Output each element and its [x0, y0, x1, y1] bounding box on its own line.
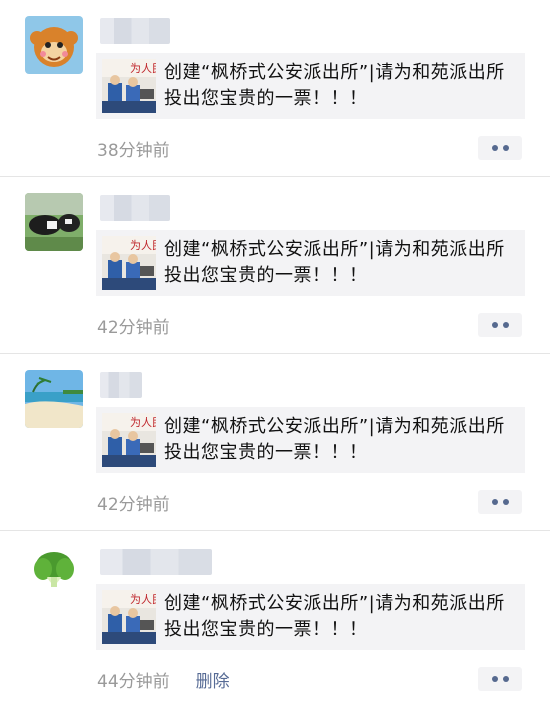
shared-link-card[interactable]: 为人民 创建“枫桥式公安派出所”|请为和苑派出所投出您宝贵的一票！！！	[96, 584, 525, 650]
dot-icon	[491, 322, 498, 328]
police-office-thumbnail-icon: 为人民	[102, 236, 156, 290]
monkey-cartoon-avatar-icon[interactable]	[25, 16, 83, 74]
blurred-username[interactable]	[100, 18, 170, 44]
link-title: 创建“枫桥式公安派出所”|请为和苑派出所投出您宝贵的一票！！！	[164, 239, 505, 286]
shared-link-card[interactable]: 为人民 创建“枫桥式公安派出所”|请为和苑派出所投出您宝贵的一票！！！	[96, 230, 525, 296]
post-meta: 42分钟前	[97, 490, 170, 515]
shared-link-card[interactable]: 为人民 创建“枫桥式公安派出所”|请为和苑派出所投出您宝贵的一票！！！	[96, 407, 525, 473]
bok-choy-avatar-icon[interactable]	[25, 547, 83, 605]
delete-link[interactable]: 删除	[196, 667, 230, 692]
more-actions-button[interactable]	[478, 136, 522, 160]
svg-text:为人民: 为人民	[130, 416, 156, 429]
svg-text:为人民: 为人民	[130, 62, 156, 75]
dot-icon	[502, 676, 509, 682]
post-time: 42分钟前	[97, 495, 170, 515]
more-actions-button[interactable]	[478, 667, 522, 691]
dot-icon	[491, 499, 498, 505]
moments-feed: 为人民 创建“枫桥式公安派出所”|请为和苑派出所投出您宝贵的一票！！！ 38分钟…	[0, 0, 550, 708]
moment-post: 为人民 创建“枫桥式公安派出所”|请为和苑派出所投出您宝贵的一票！！！ 44分钟…	[0, 531, 550, 708]
police-office-thumbnail-icon: 为人民	[102, 590, 156, 644]
moment-post: 为人民 创建“枫桥式公安派出所”|请为和苑派出所投出您宝贵的一票！！！ 42分钟…	[0, 177, 550, 354]
link-title: 创建“枫桥式公安派出所”|请为和苑派出所投出您宝贵的一票！！！	[164, 416, 505, 463]
shared-link-card[interactable]: 为人民 创建“枫桥式公安派出所”|请为和苑派出所投出您宝贵的一票！！！	[96, 53, 525, 119]
post-time: 44分钟前	[97, 672, 170, 692]
svg-text:为人民: 为人民	[130, 593, 156, 606]
dot-icon	[502, 145, 509, 151]
post-time: 42分钟前	[97, 318, 170, 338]
more-actions-button[interactable]	[478, 490, 522, 514]
svg-text:为人民: 为人民	[130, 239, 156, 252]
beach-photo-avatar-icon[interactable]	[25, 370, 83, 428]
post-time: 38分钟前	[97, 141, 170, 161]
police-office-thumbnail-icon: 为人民	[102, 413, 156, 467]
link-title: 创建“枫桥式公安派出所”|请为和苑派出所投出您宝贵的一票！！！	[164, 62, 505, 109]
blurred-username[interactable]	[100, 549, 212, 575]
police-office-thumbnail-icon: 为人民	[102, 59, 156, 113]
moment-post: 为人民 创建“枫桥式公安派出所”|请为和苑派出所投出您宝贵的一票！！！ 38分钟…	[0, 0, 550, 177]
post-meta: 38分钟前	[97, 136, 170, 161]
dot-icon	[502, 322, 509, 328]
more-actions-button[interactable]	[478, 313, 522, 337]
blurred-username[interactable]	[100, 195, 170, 221]
cows-photo-avatar-icon[interactable]	[25, 193, 83, 251]
dot-icon	[491, 676, 498, 682]
link-title: 创建“枫桥式公安派出所”|请为和苑派出所投出您宝贵的一票！！！	[164, 593, 505, 640]
moment-post: 为人民 创建“枫桥式公安派出所”|请为和苑派出所投出您宝贵的一票！！！ 42分钟…	[0, 354, 550, 531]
post-meta: 44分钟前 删除	[97, 667, 230, 692]
dot-icon	[491, 145, 498, 151]
post-meta: 42分钟前	[97, 313, 170, 338]
blurred-username[interactable]	[100, 372, 142, 398]
dot-icon	[502, 499, 509, 505]
